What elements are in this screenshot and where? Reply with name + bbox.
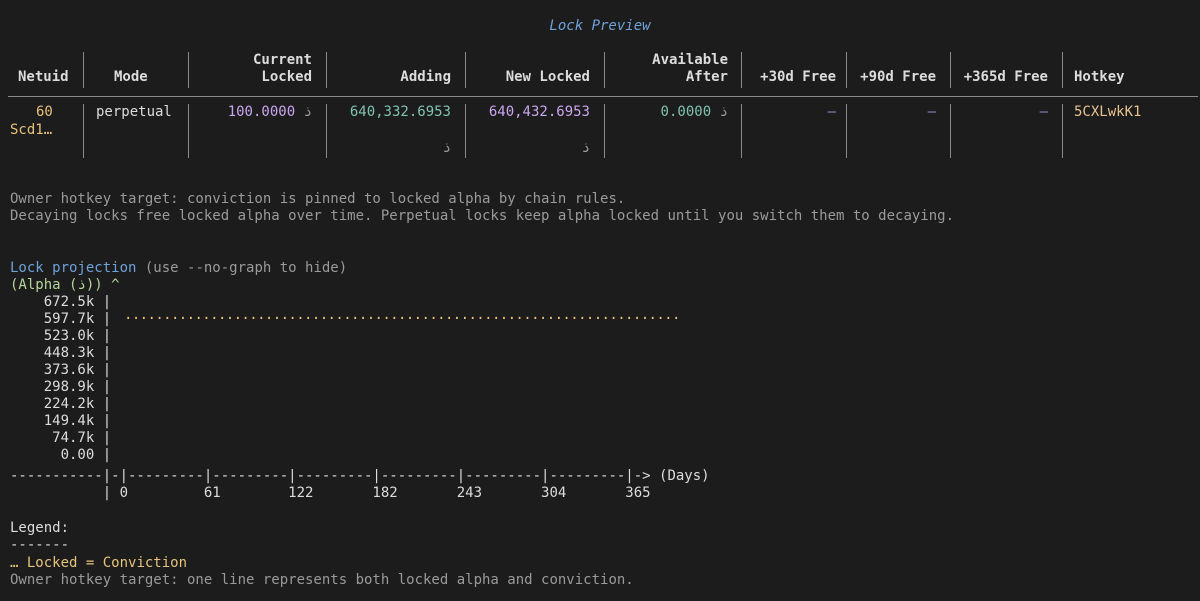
cell-90d-free: —	[927, 104, 936, 120]
legend-title: Legend:	[10, 520, 70, 536]
cell-adding: 640,332.6953	[349, 104, 451, 120]
y-tick-label: 672.5k |	[10, 294, 112, 310]
legend-rule: -------	[10, 537, 70, 553]
y-tick-label: 0.00 |	[10, 447, 112, 463]
header-30d: +30d Free	[760, 69, 836, 85]
column-separator	[846, 52, 847, 88]
cell-new-unit: ذ	[581, 140, 590, 156]
column-separator	[1062, 104, 1063, 158]
header-rule	[8, 96, 1198, 97]
header-hotkey: Hotkey	[1074, 69, 1125, 85]
y-tick-label: 298.9k |	[10, 379, 112, 395]
y-tick-label: 74.7k |	[10, 430, 112, 446]
column-separator	[83, 52, 84, 88]
header-new-locked: New Locked	[505, 69, 590, 85]
y-tick-label: 224.2k |	[10, 396, 112, 412]
cell-netuid: 60	[36, 104, 53, 120]
cell-current-locked: 100.0000 ذ	[227, 104, 312, 120]
cell-hotkey: 5CXLwkK1	[1074, 104, 1142, 120]
y-tick-label: 448.3k |	[10, 345, 112, 361]
header-netuid: Netuid	[18, 69, 69, 85]
column-separator	[188, 104, 189, 158]
note-line-1: Owner hotkey target: conviction is pinne…	[10, 191, 626, 207]
locked-conviction-line: ········································…	[124, 311, 680, 327]
column-separator	[604, 104, 605, 158]
cell-netuid-wrap: Scd1…	[10, 122, 53, 138]
x-axis-line: -----------|-|---------|---------|------…	[10, 468, 710, 484]
column-separator	[1062, 52, 1063, 88]
header-90d: +90d Free	[860, 69, 936, 85]
header-adding: Adding	[400, 69, 451, 85]
cell-mode: perpetual	[96, 104, 172, 120]
column-separator	[326, 104, 327, 158]
header-current-l1: Current	[252, 52, 312, 68]
column-separator	[846, 104, 847, 158]
y-tick-label: 373.6k |	[10, 362, 112, 378]
x-axis-ticks: | 0 61 122 182 243 304 365	[10, 485, 651, 501]
header-available-l2: After	[685, 69, 728, 85]
column-separator	[465, 52, 466, 88]
projection-heading: Lock projection (use --no-graph to hide)	[10, 260, 348, 276]
column-separator	[950, 52, 951, 88]
note-line-2: Decaying locks free locked alpha over ti…	[10, 208, 955, 224]
cell-30d-free: —	[827, 104, 836, 120]
page-title: Lock Preview	[549, 18, 651, 34]
header-available-l1: Available	[652, 52, 728, 68]
header-current-l2: Locked	[261, 69, 312, 85]
column-separator	[326, 52, 327, 88]
y-tick-label: 597.7k |	[10, 311, 112, 327]
header-mode: Mode	[114, 69, 148, 85]
y-tick-label: 149.4k |	[10, 413, 112, 429]
column-separator	[83, 104, 84, 158]
legend-entry: … Locked = Conviction	[10, 555, 188, 571]
column-separator	[741, 104, 742, 158]
cell-new-locked: 640,432.6953	[488, 104, 590, 120]
legend-note: Owner hotkey target: one line represents…	[10, 572, 634, 588]
cell-available-after: 0.0000 ذ	[660, 104, 728, 120]
cell-365d-free: —	[1039, 104, 1048, 120]
column-separator	[188, 52, 189, 88]
column-separator	[604, 52, 605, 88]
y-tick-label: 523.0k |	[10, 328, 112, 344]
cell-adding-unit: ذ	[442, 140, 451, 156]
y-axis-label: (Alpha (ذ)) ^	[10, 277, 120, 293]
column-separator	[465, 104, 466, 158]
column-separator	[741, 52, 742, 88]
header-365d: +365d Free	[963, 69, 1048, 85]
